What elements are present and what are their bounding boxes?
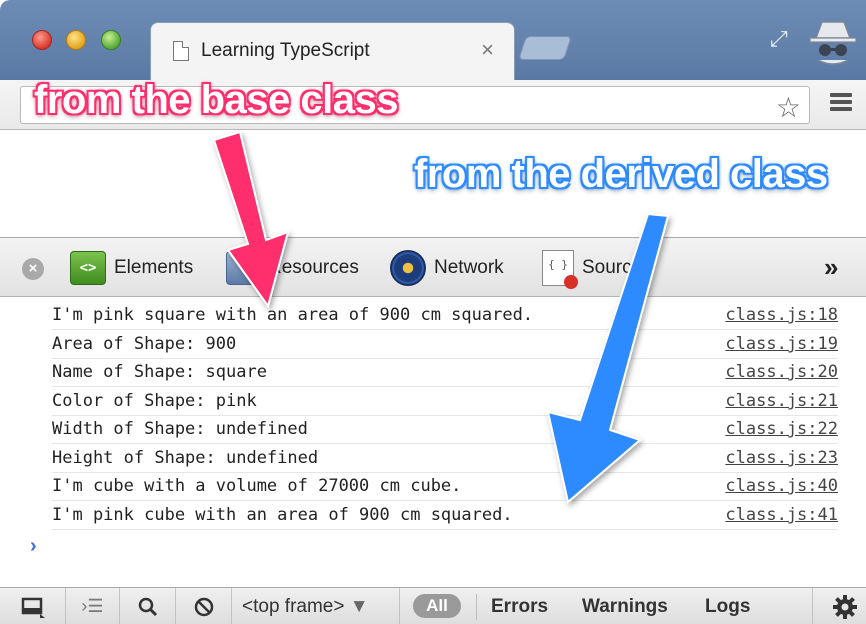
console-message: I'm pink square with an area of 900 cm s… xyxy=(52,305,534,325)
console-row: Color of Shape: pink class.js:21 xyxy=(52,387,838,416)
console-source-link[interactable]: class.js:40 xyxy=(725,476,838,496)
dock-side-icon xyxy=(21,597,45,618)
console-row: I'm pink cube with an area of 900 cm squ… xyxy=(52,501,838,530)
resources-icon xyxy=(226,251,260,285)
console-row: Width of Shape: undefined class.js:22 xyxy=(52,415,838,444)
divider xyxy=(476,594,477,620)
console-message: I'm pink cube with an area of 900 cm squ… xyxy=(52,505,513,525)
incognito-icon xyxy=(809,21,857,65)
console-message: Name of Shape: square xyxy=(52,362,267,382)
tab-network[interactable]: Network xyxy=(390,238,504,298)
clear-console-icon[interactable] xyxy=(176,588,232,624)
document-icon xyxy=(173,41,189,61)
close-devtools-icon[interactable]: × xyxy=(22,258,44,280)
console-source-link[interactable]: class.js:23 xyxy=(725,448,838,468)
console-source-link[interactable]: class.js:21 xyxy=(725,391,838,411)
console-row: Height of Shape: undefined class.js:23 xyxy=(52,444,838,473)
tab-resources-label: Resources xyxy=(268,257,359,278)
tab-sources[interactable]: { } Sources xyxy=(542,238,652,298)
console-message: Width of Shape: undefined xyxy=(52,419,308,439)
window-titlebar: Learning TypeScript × ⤢ xyxy=(0,0,866,80)
console-message: Color of Shape: pink xyxy=(52,391,257,411)
elements-icon: <> xyxy=(70,251,106,285)
network-icon xyxy=(390,250,426,286)
tab-sources-label: Sources xyxy=(582,257,652,278)
console-row: I'm pink square with an area of 900 cm s… xyxy=(52,301,838,330)
filter-warnings-button[interactable]: Warnings xyxy=(582,596,668,618)
divider xyxy=(812,588,813,624)
minimize-window-button[interactable] xyxy=(66,30,86,50)
console-message: I'm cube with a volume of 27000 cm cube. xyxy=(52,476,462,496)
annotation-base-class: from the base class xyxy=(34,78,399,122)
console-message: Area of Shape: 900 xyxy=(52,334,237,354)
tab-close-icon[interactable]: × xyxy=(481,37,494,63)
tab-network-label: Network xyxy=(434,257,504,278)
gear-icon[interactable] xyxy=(832,594,858,620)
console-panel: I'm pink square with an area of 900 cm s… xyxy=(0,297,866,587)
chevron-down-icon: ▼ xyxy=(349,596,369,617)
devtools-statusbar: ›☰ <top frame> ▼ All Errors Warnings Log… xyxy=(0,587,866,624)
filter-logs-button[interactable]: Logs xyxy=(705,596,750,618)
console-message: Height of Shape: undefined xyxy=(52,448,319,468)
drawer-icon: ›☰ xyxy=(81,596,104,616)
devtools-tabbar: × <> Elements Resources Network { } Sour… xyxy=(0,237,866,297)
annotation-derived-class: from the derived class xyxy=(414,152,828,196)
console-row: Name of Shape: square class.js:20 xyxy=(52,358,838,387)
hamburger-menu-icon[interactable] xyxy=(830,90,852,116)
dock-icon[interactable] xyxy=(0,588,66,624)
tab-title: Learning TypeScript xyxy=(201,40,370,61)
frame-selector-label: <top frame> ▼ xyxy=(242,596,369,617)
filter-errors-button[interactable]: Errors xyxy=(491,596,548,618)
fullscreen-icon[interactable]: ⤢ xyxy=(770,26,798,52)
close-window-button[interactable] xyxy=(32,30,52,50)
no-entry-icon xyxy=(194,597,213,616)
new-tab-button[interactable] xyxy=(518,36,572,60)
console-row: Area of Shape: 900 class.js:19 xyxy=(52,330,838,359)
star-icon[interactable]: ☆ xyxy=(776,91,801,124)
console-source-link[interactable]: class.js:18 xyxy=(725,305,838,325)
tab-elements[interactable]: <> Elements xyxy=(70,238,193,298)
console-prompt[interactable]: › xyxy=(30,535,37,558)
console-row: I'm cube with a volume of 27000 cm cube.… xyxy=(52,472,838,501)
filter-all-button[interactable]: All xyxy=(413,594,461,618)
more-tabs-icon[interactable]: » xyxy=(824,252,838,283)
search-icon[interactable] xyxy=(120,588,176,624)
show-drawer-icon[interactable]: ›☰ xyxy=(66,588,120,624)
console-source-link[interactable]: class.js:22 xyxy=(725,419,838,439)
console-source-link[interactable]: class.js:20 xyxy=(725,362,838,382)
tab-resources[interactable]: Resources xyxy=(226,238,359,298)
tab-elements-label: Elements xyxy=(114,257,194,278)
magnifier-icon xyxy=(138,597,157,616)
zoom-window-button[interactable] xyxy=(101,30,121,50)
browser-tab[interactable]: Learning TypeScript × xyxy=(150,22,515,80)
console-source-link[interactable]: class.js:19 xyxy=(725,334,838,354)
sources-icon: { } xyxy=(542,250,578,289)
console-source-link[interactable]: class.js:41 xyxy=(725,505,838,525)
